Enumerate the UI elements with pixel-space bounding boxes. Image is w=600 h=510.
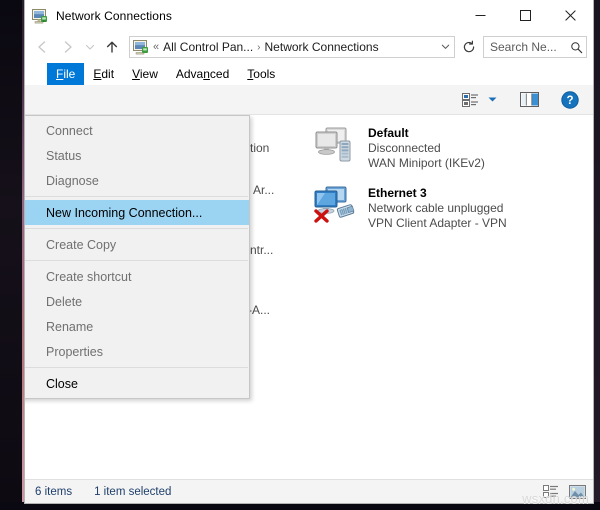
navigation-bar: « All Control Pan... › Network Connectio… — [25, 31, 593, 63]
address-network-icon — [133, 39, 149, 55]
search-input[interactable]: Search Ne... — [483, 36, 587, 58]
recent-locations-chevron-icon[interactable] — [81, 35, 99, 59]
connection-name: Default — [368, 126, 485, 141]
menu-item-label: Properties — [46, 345, 103, 359]
menu-item-label: Close — [46, 377, 78, 391]
menu-file-label: File — [56, 67, 75, 81]
breadcrumb-item-0[interactable]: All Control Pan... — [163, 40, 253, 54]
menu-separator — [25, 196, 248, 197]
occluded-text-2: ntr... — [250, 243, 273, 257]
up-arrow-icon[interactable] — [99, 35, 125, 59]
menu-item-delete[interactable]: Delete — [25, 289, 249, 314]
occluded-text-1: Ar... — [253, 183, 274, 197]
preview-pane-icon[interactable] — [516, 88, 543, 112]
breadcrumb-separator: › — [257, 42, 260, 53]
maximize-button[interactable] — [503, 0, 548, 31]
menu-item-connect[interactable]: Connect — [25, 118, 249, 143]
menu-tools-label: Tools — [247, 67, 275, 81]
search-icon[interactable] — [566, 41, 586, 54]
menu-item-label: Create Copy — [46, 238, 116, 252]
item-count: 6 items — [35, 486, 72, 498]
menu-item-close[interactable]: Close — [25, 371, 249, 396]
menu-item-label: Diagnose — [46, 174, 99, 188]
connection-device: WAN Miniport (IKEv2) — [368, 156, 485, 171]
menu-item-label: Status — [46, 149, 81, 163]
menu-item-properties[interactable]: Properties — [25, 339, 249, 364]
menu-item-diagnose[interactable]: Diagnose — [25, 168, 249, 193]
address-bar[interactable]: « All Control Pan... › Network Connectio… — [129, 36, 455, 58]
menu-item-label: Rename — [46, 320, 93, 334]
large-icons-view-icon[interactable] — [567, 483, 587, 501]
status-bar: 6 items 1 item selected — [25, 479, 593, 503]
forward-arrow-icon[interactable] — [55, 35, 81, 59]
menu-item-label: Delete — [46, 295, 82, 309]
menu-advanced[interactable]: Advanced — [167, 63, 238, 85]
file-menu-dropdown: Connect Status Diagnose New Incoming Con… — [25, 115, 250, 399]
menu-separator — [25, 367, 248, 368]
connection-device: VPN Client Adapter - VPN — [368, 216, 507, 231]
window-controls — [458, 0, 593, 31]
menu-separator — [25, 260, 248, 261]
menu-item-rename[interactable]: Rename — [25, 314, 249, 339]
menu-file[interactable]: File — [47, 63, 84, 85]
menu-item-label: Create shortcut — [46, 270, 131, 284]
menu-tools[interactable]: Tools — [238, 63, 284, 85]
menu-edit-label: Edit — [93, 67, 114, 81]
network-connections-window: Network Connections — [24, 0, 594, 504]
connection-status: Disconnected — [368, 141, 485, 156]
network-connections-icon — [32, 8, 48, 24]
menu-item-status[interactable]: Status — [25, 143, 249, 168]
menu-item-new-incoming-connection[interactable]: New Incoming Connection... — [25, 200, 249, 225]
menu-item-label: Connect — [46, 124, 93, 138]
details-view-icon[interactable] — [541, 483, 561, 501]
menu-edit[interactable]: Edit — [84, 63, 123, 85]
connection-status: Network cable unplugged — [368, 201, 507, 216]
menu-view[interactable]: View — [123, 63, 167, 85]
window-title: Network Connections — [56, 9, 172, 23]
view-options-icon[interactable] — [458, 88, 483, 112]
menu-item-create-shortcut[interactable]: Create shortcut — [25, 264, 249, 289]
connection-item-default[interactable]: Default Disconnected WAN Miniport (IKEv2… — [293, 123, 593, 173]
menu-item-label: New Incoming Connection... — [46, 206, 202, 220]
svg-text:?: ? — [566, 95, 573, 107]
help-icon[interactable]: ? — [557, 88, 583, 112]
breadcrumb-overflow[interactable]: « — [153, 41, 159, 53]
menu-item-create-copy[interactable]: Create Copy — [25, 232, 249, 257]
breadcrumb-item-1[interactable]: Network Connections — [265, 40, 379, 54]
selection-count: 1 item selected — [94, 486, 171, 498]
breadcrumb: « All Control Pan... › Network Connectio… — [153, 40, 436, 54]
wallpaper-dark-edge — [0, 0, 22, 510]
view-toggle-group — [541, 483, 587, 501]
refresh-icon[interactable] — [459, 36, 479, 58]
menu-advanced-label: Advanced — [176, 67, 229, 81]
unplugged-network-icon — [313, 185, 359, 227]
connections-list-area: ction Ar... ntr... -A... — [25, 115, 593, 479]
menu-bar: File Edit View Advanced Tools — [25, 63, 593, 85]
menu-view-label: View — [132, 67, 158, 81]
address-chevron-down-icon[interactable] — [436, 41, 454, 54]
minimize-button[interactable] — [458, 0, 503, 31]
back-arrow-icon[interactable] — [29, 35, 55, 59]
connection-tiles: Default Disconnected WAN Miniport (IKEv2… — [293, 123, 593, 233]
menu-separator — [25, 228, 248, 229]
connection-text-ethernet-3: Ethernet 3 Network cable unplugged VPN C… — [368, 185, 507, 231]
command-toolbar: ? — [25, 85, 593, 115]
disconnected-network-icon — [313, 125, 359, 167]
search-placeholder: Search Ne... — [484, 40, 566, 54]
close-button[interactable] — [548, 0, 593, 31]
title-bar: Network Connections — [25, 0, 593, 31]
connection-name: Ethernet 3 — [368, 186, 507, 201]
connection-text-default: Default Disconnected WAN Miniport (IKEv2… — [368, 125, 485, 171]
occluded-text-3: -A... — [248, 303, 270, 317]
connection-item-ethernet-3[interactable]: Ethernet 3 Network cable unplugged VPN C… — [293, 183, 593, 233]
view-options-chevron-down-icon[interactable] — [483, 88, 502, 112]
